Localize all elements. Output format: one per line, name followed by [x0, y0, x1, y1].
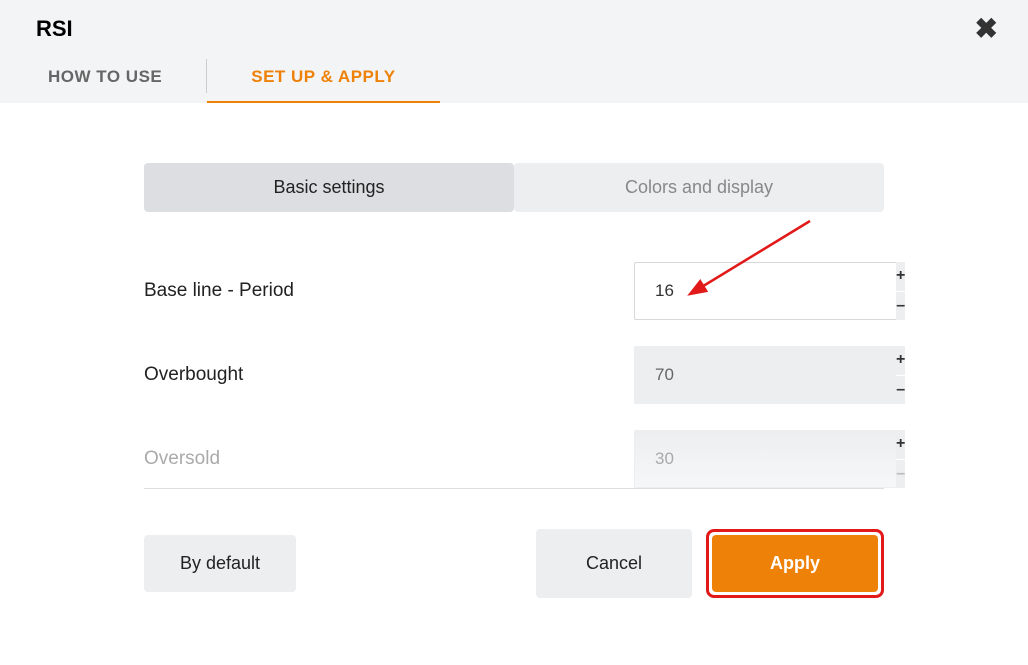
close-icon[interactable]: ✖: [969, 12, 1004, 45]
oversold-label: Oversold: [144, 448, 220, 470]
by-default-button[interactable]: By default: [144, 535, 296, 592]
field-overbought: Overbought + –: [144, 346, 884, 404]
baseline-stepper: + –: [896, 262, 905, 320]
modal-content: Basic settings Colors and display Base l…: [0, 103, 1028, 638]
modal-rsi-settings: RSI ✖ HOW TO USE SET UP & APPLY Basic se…: [0, 0, 1028, 638]
overbought-input-wrap: + –: [634, 346, 884, 404]
field-baseline-period: Base line - Period + –: [144, 262, 884, 320]
overbought-minus-button[interactable]: –: [896, 376, 905, 405]
baseline-label: Base line - Period: [144, 280, 294, 302]
baseline-input-wrap: + –: [634, 262, 884, 320]
tab-setup-apply[interactable]: SET UP & APPLY: [207, 49, 439, 103]
overbought-input[interactable]: [634, 346, 896, 404]
footer-buttons: By default Cancel Apply: [144, 529, 884, 598]
overbought-plus-button[interactable]: +: [896, 346, 905, 376]
modal-title: RSI: [36, 16, 73, 42]
oversold-plus-button[interactable]: +: [896, 430, 905, 460]
baseline-minus-button[interactable]: –: [896, 292, 905, 321]
oversold-input[interactable]: [634, 430, 896, 488]
modal-header: RSI ✖ HOW TO USE SET UP & APPLY: [0, 0, 1028, 103]
tab-how-to-use[interactable]: HOW TO USE: [48, 49, 206, 103]
field-oversold: Oversold + –: [144, 430, 884, 488]
settings-inner: Basic settings Colors and display Base l…: [144, 163, 884, 598]
oversold-minus-button[interactable]: –: [896, 460, 905, 489]
oversold-stepper: + –: [896, 430, 905, 488]
apply-highlight-box: Apply: [706, 529, 884, 598]
baseline-input[interactable]: [634, 262, 896, 320]
divider: [144, 488, 884, 489]
apply-button[interactable]: Apply: [712, 535, 878, 592]
subtab-basic-settings[interactable]: Basic settings: [144, 163, 514, 212]
main-tabs: HOW TO USE SET UP & APPLY: [0, 49, 1028, 103]
sub-tabs: Basic settings Colors and display: [144, 163, 884, 212]
overbought-stepper: + –: [896, 346, 905, 404]
header-top-row: RSI ✖: [0, 0, 1028, 49]
baseline-plus-button[interactable]: +: [896, 262, 905, 292]
subtab-colors-display[interactable]: Colors and display: [514, 163, 884, 212]
footer-right-group: Cancel Apply: [536, 529, 884, 598]
overbought-label: Overbought: [144, 364, 243, 386]
oversold-input-wrap: + –: [634, 430, 884, 488]
cancel-button[interactable]: Cancel: [536, 529, 692, 598]
